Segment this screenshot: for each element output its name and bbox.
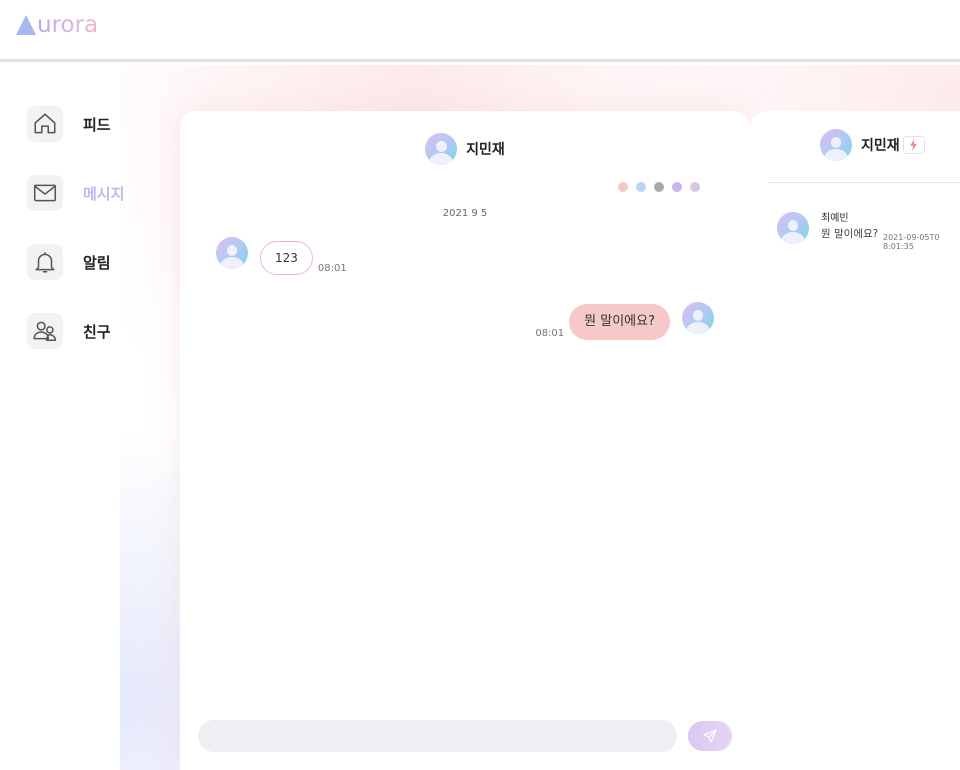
color-dot[interactable] [672, 182, 682, 192]
sidebar-item-label: 피드 [83, 115, 111, 134]
sidebar-item-label: 메시지 [83, 184, 125, 203]
rooms-panel-header: 지민재 [820, 129, 925, 161]
friends-icon [27, 313, 63, 349]
app-header: urora [0, 0, 960, 62]
message-time: 08:01 [535, 328, 565, 339]
color-dot[interactable] [654, 182, 664, 192]
message-input[interactable] [198, 720, 677, 752]
sidebar-item-messages[interactable]: 메시지 [27, 175, 147, 211]
send-button[interactable] [688, 721, 732, 751]
date-separator: 2021 9 5 [442, 208, 488, 219]
sidebar-item-label: 친구 [83, 322, 111, 341]
user-avatar[interactable] [820, 129, 852, 161]
color-dot[interactable] [690, 182, 700, 192]
partner-avatar[interactable] [425, 133, 458, 165]
sidebar-item-notifications[interactable]: 알림 [27, 244, 147, 280]
color-dot[interactable] [618, 182, 628, 192]
mail-icon [27, 175, 63, 211]
sidebar-item-label: 알림 [83, 253, 111, 272]
room-avatar [777, 212, 809, 244]
my-avatar[interactable] [682, 302, 714, 334]
bell-icon [27, 244, 63, 280]
message-incoming: 123 08:01 [216, 237, 347, 275]
message-outgoing: 08:01 뭔 말이에요? [535, 302, 714, 340]
user-name: 지민재 [861, 138, 900, 154]
sidebar-item-feed[interactable]: 피드 [27, 106, 147, 142]
logo-text: urora [37, 12, 99, 38]
logo-triangle-a [16, 15, 36, 35]
chat-panel: 지민재 2021 9 5 123 08:01 08:01 뭔 말이에요? [180, 111, 750, 770]
room-info: 최예빈 뭔 말이에요? [821, 212, 883, 240]
home-icon [27, 106, 63, 142]
bolt-icon[interactable] [902, 136, 925, 154]
chat-rooms-panel: 지민재 최예빈 뭔 말이에요? 2021-09-05T08:01:35 [750, 111, 960, 770]
room-name: 최예빈 [821, 213, 849, 224]
message-bubble: 123 [260, 241, 313, 275]
message-bubble: 뭔 말이에요? [569, 304, 670, 340]
chat-room-item[interactable]: 최예빈 뭔 말이에요? 2021-09-05T08:01:35 [777, 212, 941, 251]
divider [768, 182, 960, 183]
message-composer [198, 720, 732, 752]
color-dot[interactable] [636, 182, 646, 192]
room-last-message: 뭔 말이에요? [821, 228, 879, 240]
sender-avatar[interactable] [216, 237, 248, 269]
partner-name: 지민재 [466, 142, 505, 158]
aurora-logo[interactable]: urora [16, 12, 98, 38]
sidebar-nav: 피드 메시지 알림 친구 [27, 106, 147, 382]
sidebar-item-friends[interactable]: 친구 [27, 313, 147, 349]
color-dots [618, 182, 708, 192]
chat-header: 지민재 [180, 133, 750, 165]
message-time: 08:01 [317, 263, 347, 274]
send-icon [703, 729, 717, 743]
room-time: 2021-09-05T08:01:35 [883, 233, 940, 251]
